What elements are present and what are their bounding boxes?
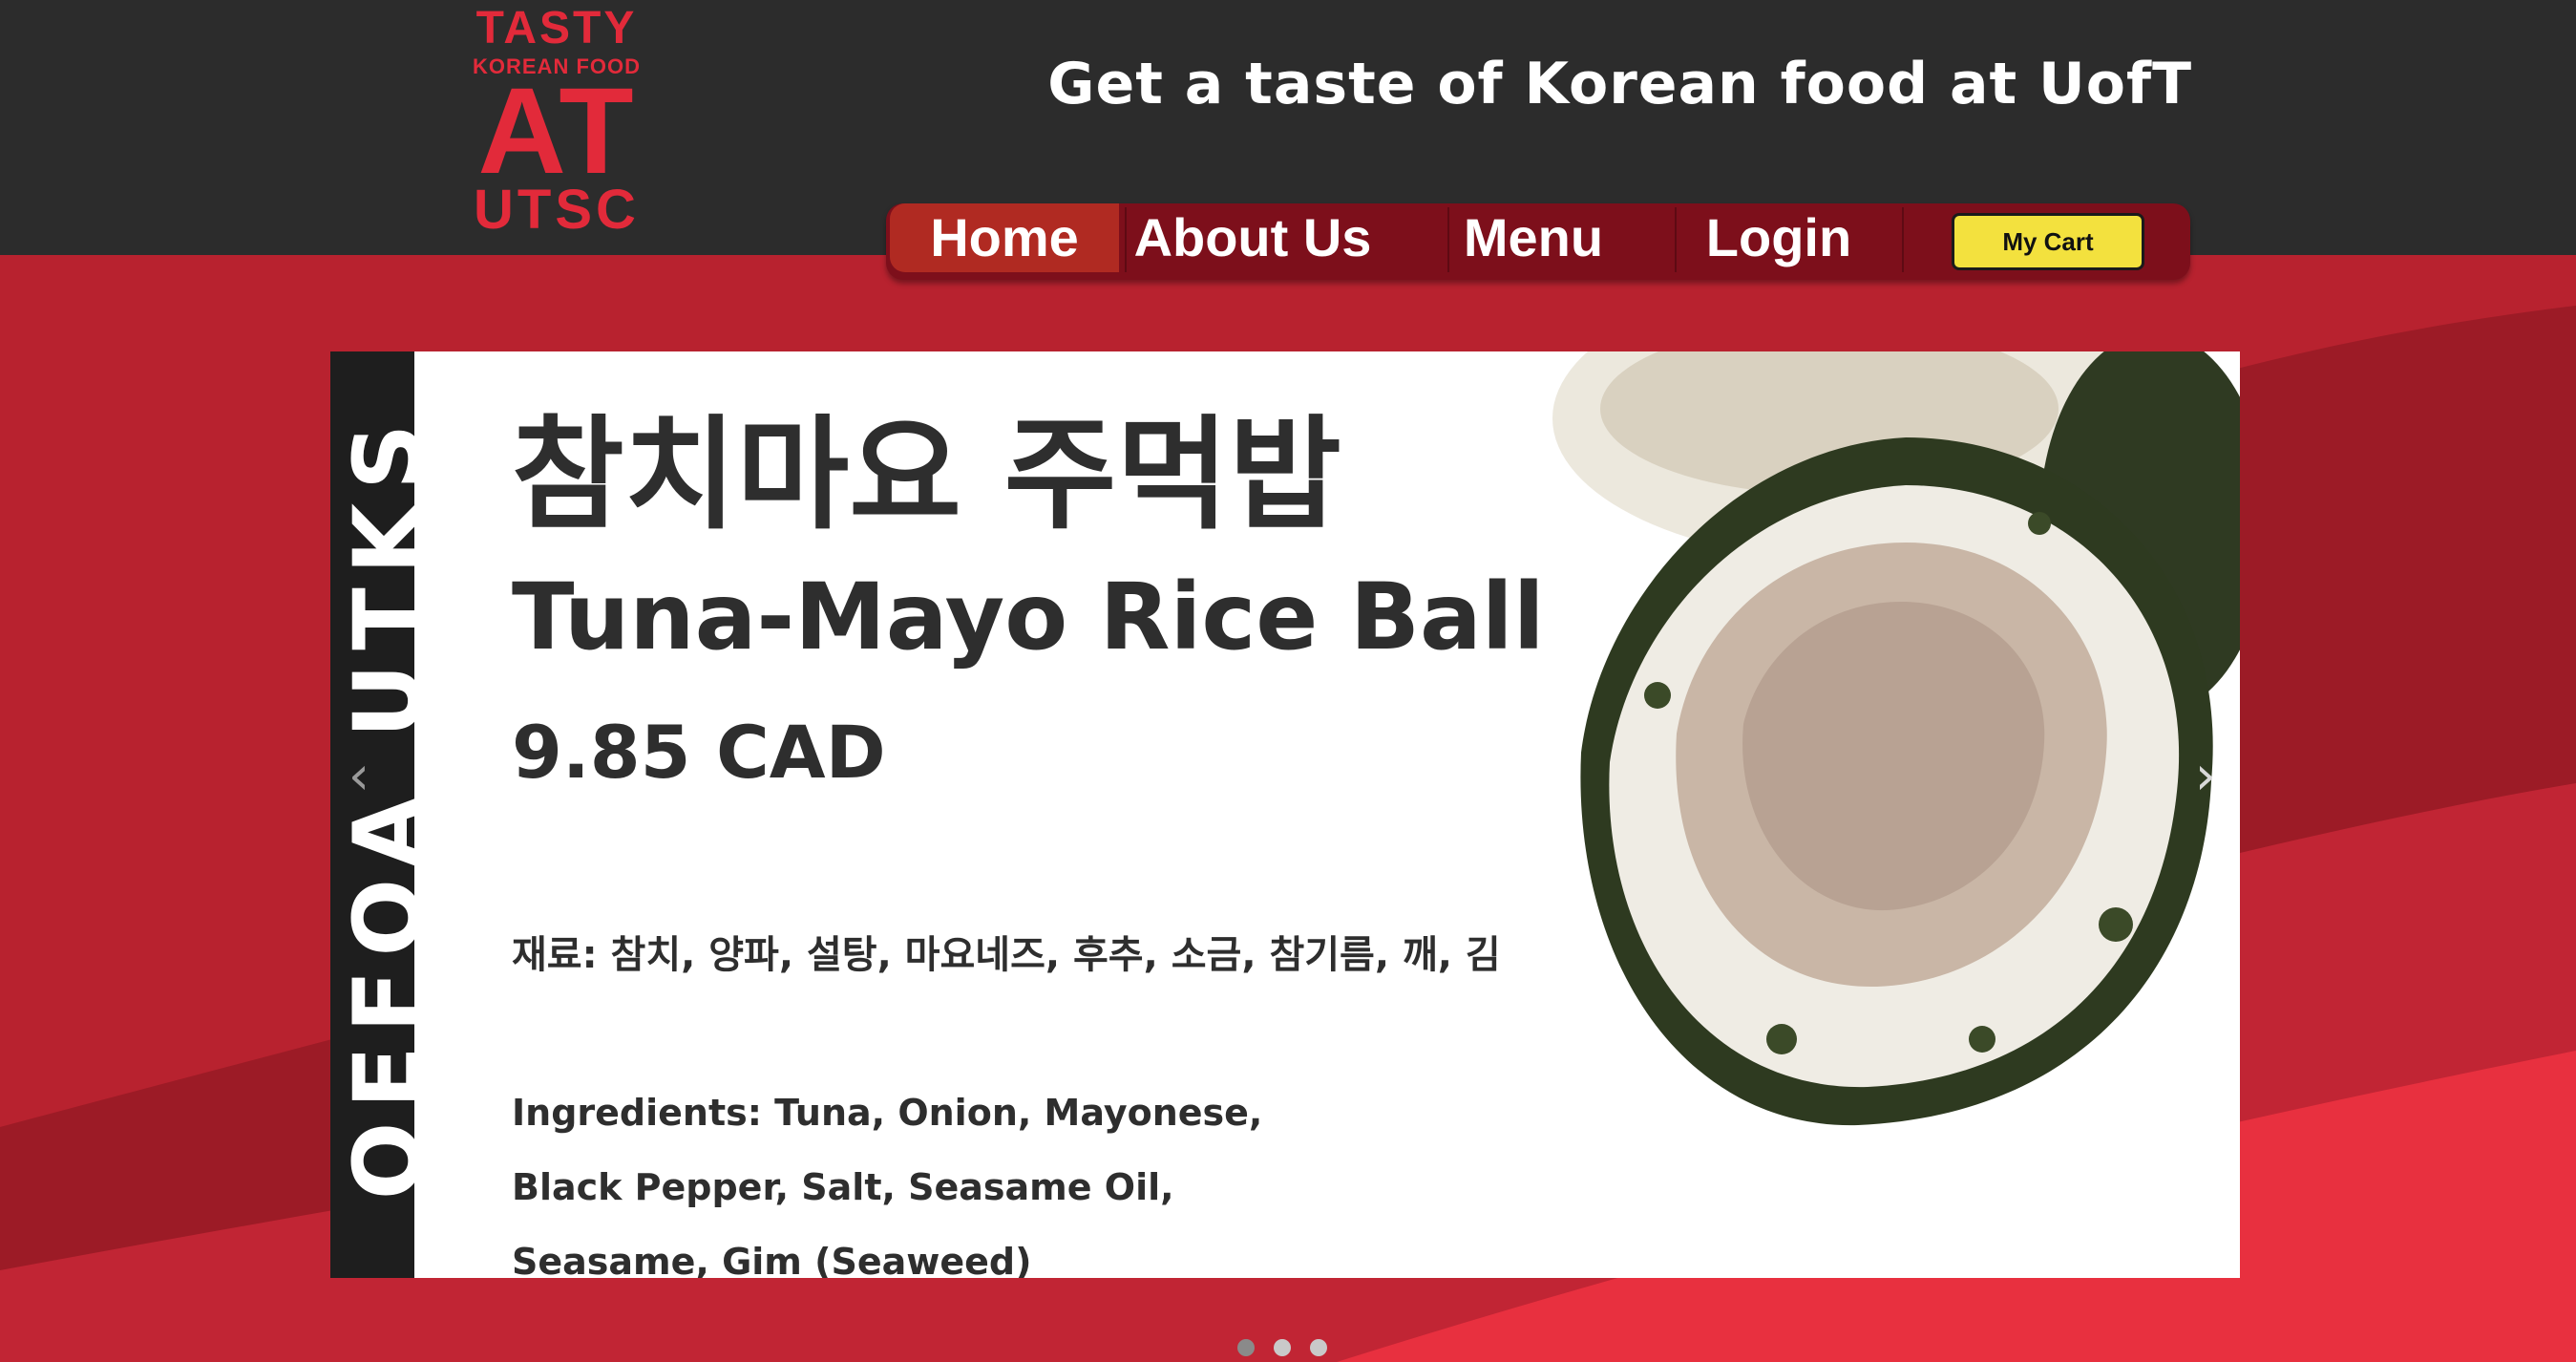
main-navigation: Home About Us Menu Login My Cart [886,203,2190,280]
nav-home[interactable]: Home [890,203,1119,272]
item-korean-name: 참치마요 주먹밥 [512,404,1341,546]
my-cart-button[interactable]: My Cart [1952,213,2144,270]
nav-divider [1902,207,1904,272]
nav-menu[interactable]: Menu [1449,203,1617,272]
carousel-indicator[interactable] [1274,1339,1291,1356]
carousel-next-arrow[interactable]: › [2186,738,2225,815]
carousel-indicators [1237,1339,1329,1362]
item-price: 9.85 CAD [512,710,886,795]
menu-carousel: OEFOA UTKS 참치마요 주먹밥 Tuna-Mayo Rice Ball … [330,351,2240,1278]
side-brand-band: OEFOA UTKS [330,351,441,1278]
logo-line-at: AT [477,63,636,200]
carousel-indicator[interactable] [1237,1339,1255,1356]
header-tagline: Get a taste of Korean food at UofT [1047,51,2192,117]
site-logo[interactable]: TASTY KOREAN FOOD AT UTSC [466,3,647,241]
carousel-prev-arrow[interactable]: ‹ [340,738,378,815]
item-korean-ingredients: 재료: 참치, 양파, 설탕, 마요네즈, 후추, 소금, 참기름, 깨, 김 [512,933,1501,977]
logo-line-tasty: TASTY [475,3,638,53]
nav-divider [1675,207,1677,272]
item-english-ingredients: Ingredients: Tuna, Onion, Mayonese, Blac… [512,1092,1263,1278]
logo-line-utsc: UTSC [474,179,640,241]
nav-login[interactable]: Login [1679,203,1879,272]
carousel-indicator[interactable] [1310,1339,1327,1356]
nav-about-us[interactable]: About Us [1127,203,1379,272]
rice-ball-image [1552,351,2240,1126]
item-english-name: Tuna-Mayo Rice Ball [512,564,1545,670]
